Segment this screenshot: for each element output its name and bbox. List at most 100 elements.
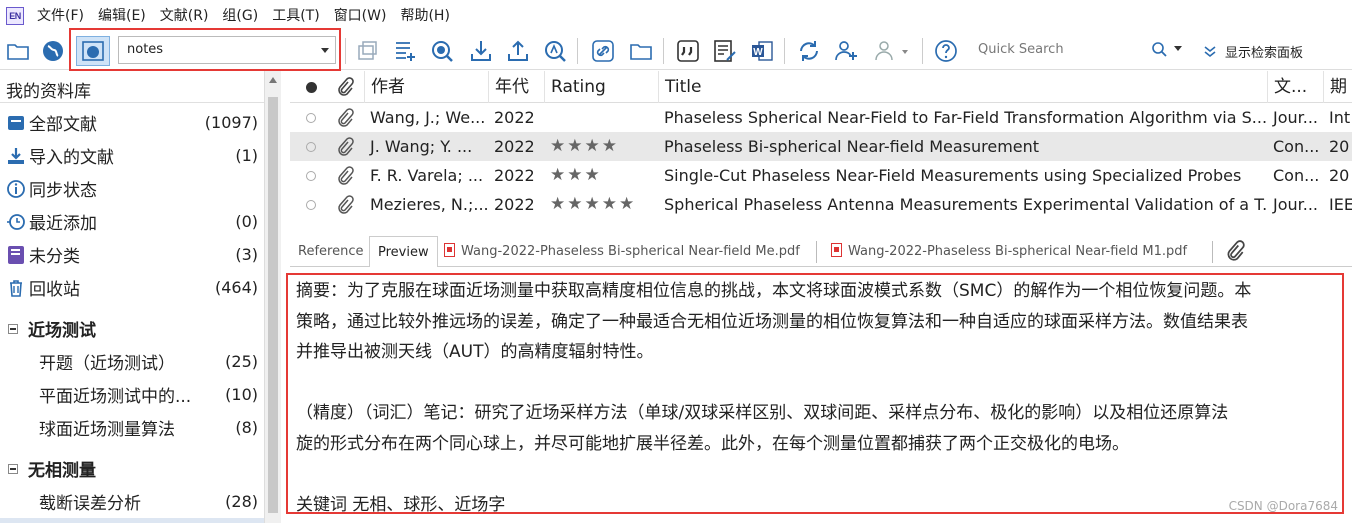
column-rating[interactable]: Rating — [544, 71, 658, 103]
sidebar-item-sync-status[interactable]: 同步状态 — [0, 172, 264, 205]
table-row[interactable]: Mezieres, N.;... 2022 ★★★★★ Spherical Ph… — [290, 190, 1352, 219]
online-search-icon[interactable] — [427, 36, 457, 66]
column-title[interactable]: Title — [658, 71, 1267, 103]
table-row[interactable]: Wang, J.; We... 2022 Phaseless Spherical… — [290, 103, 1352, 132]
cell-type: Jour... — [1273, 195, 1319, 214]
info-icon — [6, 179, 26, 199]
double-chevron-down-icon — [1204, 46, 1216, 58]
group-set-title: 近场测试 — [28, 321, 96, 341]
show-search-panel-button[interactable]: 显示检索面板 — [1203, 38, 1303, 64]
column-author[interactable]: 作者 — [364, 71, 488, 103]
insert-citation-icon[interactable] — [673, 36, 703, 66]
menu-bar: EN 文件(F) 编辑(E) 文献(R) 组(G) 工具(T) 窗口(W) 帮助… — [0, 0, 1352, 32]
group-set-near-field[interactable]: 近场测试 — [0, 312, 264, 345]
online-library-icon[interactable] — [76, 36, 110, 66]
collapse-icon[interactable] — [8, 323, 18, 334]
scroll-thumb[interactable] — [268, 97, 278, 513]
cell-type: Con... — [1273, 137, 1320, 156]
cell-title: Phaseless Bi-spherical Near-field Measur… — [664, 137, 1040, 156]
cell-type: Jour... — [1273, 108, 1319, 127]
tab-bar: Reference Preview Wang-2022-Phaseless Bi… — [290, 233, 1352, 267]
word-icon[interactable]: W — [747, 36, 777, 66]
column-type[interactable]: 文... — [1267, 71, 1323, 103]
tab-preview[interactable]: Preview — [369, 236, 438, 267]
menu-tools[interactable]: 工具(T) — [265, 0, 326, 32]
group-item-label: 球面近场测量算法 — [39, 420, 175, 440]
menu-groups[interactable]: 组(G) — [215, 0, 265, 32]
cell-journal: IEE — [1329, 195, 1352, 214]
cell-author: F. R. Varela; ... — [370, 166, 484, 185]
attachment-column-icon[interactable] — [336, 77, 354, 101]
sidebar-item-unfiled[interactable]: 未分类 (3) — [0, 238, 264, 271]
cell-rating[interactable] — [544, 103, 658, 132]
svg-text:W: W — [753, 47, 763, 58]
scroll-up-icon[interactable] — [269, 77, 277, 83]
menu-window[interactable]: 窗口(W) — [327, 0, 394, 32]
preview-pane[interactable]: 摘要：为了克服在球面近场测量中获取高精度相位信息的挑战，本文将球面波模式系数（S… — [290, 268, 1352, 523]
unread-indicator — [306, 171, 316, 181]
share-icon[interactable] — [831, 36, 861, 66]
tab-pdf-1[interactable]: Wang-2022-Phaseless Bi-spherical Near-fi… — [436, 236, 808, 267]
folder-icon[interactable] — [3, 36, 33, 66]
table-row[interactable]: F. R. Varela; ... 2022 ★★★ Single-Cut Ph… — [290, 161, 1352, 190]
attachment-icon — [336, 195, 354, 219]
cell-title: Single-Cut Phaseless Near-Field Measurem… — [664, 166, 1242, 185]
group-set-phaseless[interactable]: 无相测量 — [0, 452, 264, 485]
table-row[interactable]: J. Wang; Y. ... 2022 ★★★★ Phaseless Bi-s… — [290, 132, 1352, 161]
sidebar-group-item[interactable]: 截断误差分析 (28) — [0, 485, 264, 518]
sidebar-item-label: 未分类 — [29, 247, 80, 267]
attachment-icon — [336, 166, 354, 190]
selected-row-hint — [0, 518, 264, 523]
search-icon[interactable] — [1150, 38, 1170, 62]
sidebar-scrollbar[interactable] — [264, 71, 281, 523]
copy-to-library-icon[interactable] — [352, 36, 382, 66]
menu-help[interactable]: 帮助(H) — [393, 0, 456, 32]
sidebar-item-all-references[interactable]: 全部文献 (1097) — [0, 106, 264, 139]
open-file-icon[interactable] — [626, 36, 656, 66]
cell-author: J. Wang; Y. ... — [370, 137, 473, 156]
tab-pdf-2[interactable]: Wang-2022-Phaseless Bi-spherical Near-fi… — [823, 236, 1195, 267]
preview-line: （精度）（词汇）笔记：研究了近场采样方法（单球/双球采样区别、双球间距、采样点分… — [296, 403, 1229, 423]
column-year[interactable]: 年代 — [488, 71, 544, 103]
cell-year: 2022 — [494, 137, 535, 156]
find-fulltext-icon[interactable] — [540, 36, 570, 66]
chevron-down-icon — [321, 48, 329, 53]
export-icon[interactable] — [503, 36, 533, 66]
group-selector[interactable]: notes — [118, 36, 336, 64]
help-icon[interactable] — [931, 36, 961, 66]
sidebar-item-label: 全部文献 — [29, 115, 97, 135]
globe-icon[interactable] — [38, 36, 68, 66]
column-journal[interactable]: 期 — [1323, 71, 1352, 103]
menu-file[interactable]: 文件(F) — [30, 0, 91, 32]
sync-icon[interactable] — [794, 36, 824, 66]
sidebar-item-imported[interactable]: 导入的文献 (1) — [0, 139, 264, 172]
read-status-icon[interactable] — [306, 82, 317, 93]
tab-reference[interactable]: Reference — [290, 236, 371, 267]
sidebar-group-item[interactable]: 平面近场测试中的... (10) — [0, 378, 264, 411]
reference-list-header: 作者 年代 Rating Title 文... 期 — [290, 71, 1352, 103]
sidebar-group-item[interactable]: 开题（近场测试） (25) — [0, 345, 264, 378]
cell-rating[interactable]: ★★★ — [544, 161, 658, 190]
open-url-icon[interactable] — [588, 36, 618, 66]
activity-icon[interactable] — [869, 36, 915, 66]
paperclip-icon[interactable] — [1225, 240, 1245, 266]
search-options-chevron-icon[interactable] — [1174, 46, 1182, 51]
cell-rating[interactable]: ★★★★★ — [544, 190, 658, 219]
sidebar-item-trash[interactable]: 回收站 (464) — [0, 271, 264, 304]
watermark: CSDN @Dora7684 — [1228, 499, 1338, 513]
import-icon[interactable] — [466, 36, 496, 66]
format-bibliography-icon[interactable] — [710, 36, 740, 66]
clock-icon — [6, 212, 26, 232]
sidebar: 我的资料库 全部文献 (1097) 导入的文献 (1) 同步状态 最近添加 (0… — [0, 71, 264, 523]
cell-rating[interactable]: ★★★★ — [544, 132, 658, 161]
sidebar-item-recently-added[interactable]: 最近添加 (0) — [0, 205, 264, 238]
new-reference-icon[interactable] — [390, 36, 420, 66]
sidebar-item-label: 同步状态 — [29, 181, 97, 201]
pdf-icon — [444, 243, 455, 257]
sidebar-group-item[interactable]: 球面近场测量算法 (8) — [0, 411, 264, 444]
import-icon — [6, 146, 26, 166]
collapse-icon[interactable] — [8, 463, 18, 474]
show-search-panel-label: 显示检索面板 — [1225, 45, 1304, 61]
menu-references[interactable]: 文献(R) — [153, 0, 216, 32]
menu-edit[interactable]: 编辑(E) — [91, 0, 153, 32]
